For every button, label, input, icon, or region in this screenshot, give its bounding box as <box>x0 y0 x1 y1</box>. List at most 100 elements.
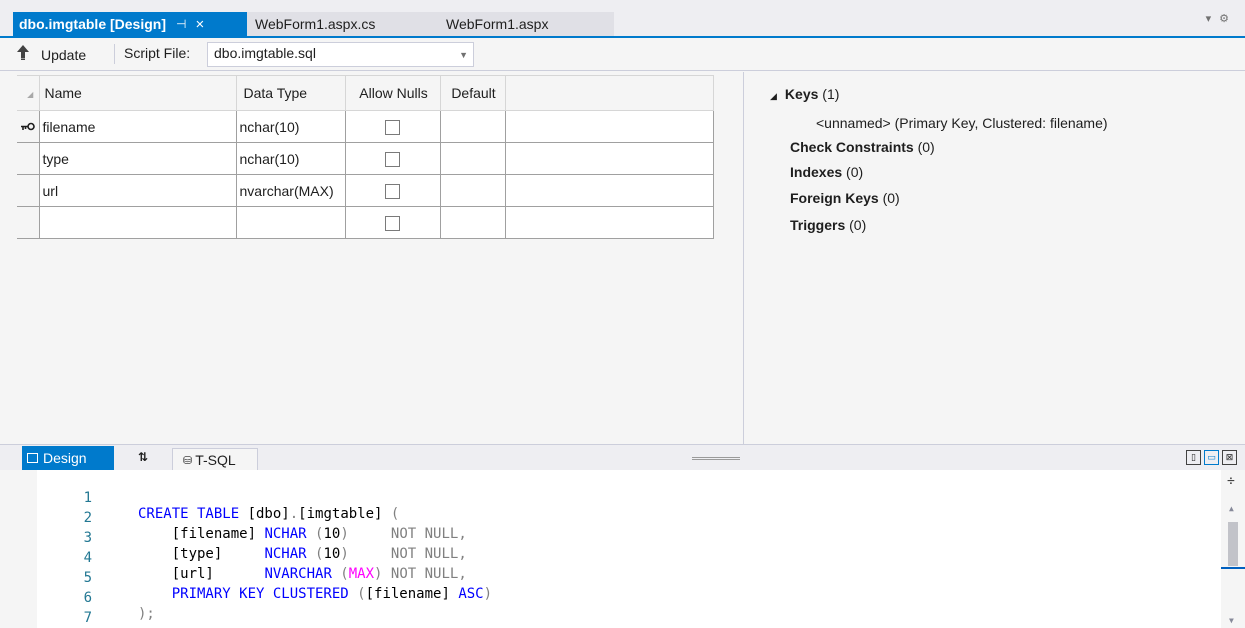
code-line[interactable]: 4 [url] NVARCHAR (MAX) NOT NULL, <box>0 534 467 582</box>
cell-name[interactable] <box>38 206 237 239</box>
line-number: 6 <box>83 590 92 606</box>
keys-label: Keys <box>784 86 819 102</box>
check-constraints-count: (0) <box>917 139 935 155</box>
cell-name[interactable]: type <box>38 142 237 175</box>
code-line[interactable]: 3 [type] NCHAR (10) NOT NULL, <box>0 514 467 562</box>
settings-icon[interactable]: ⚙ <box>1219 13 1237 25</box>
vertical-split-icon[interactable]: ▯ <box>1186 450 1201 465</box>
check-constraints-node[interactable]: Check Constraints (0) <box>790 139 935 155</box>
cell-data-type[interactable]: nchar(10) <box>235 110 346 143</box>
row-selector[interactable] <box>17 142 40 175</box>
designer-toolbar: Update Script File: dbo.imgtable.sql ▼ <box>0 38 1245 71</box>
header-name[interactable]: Name <box>38 75 237 111</box>
foreign-keys-node[interactable]: Foreign Keys (0) <box>790 190 900 206</box>
header-default[interactable]: Default <box>439 75 506 111</box>
pin-icon[interactable]: ⊣ <box>176 17 186 31</box>
close-icon[interactable]: × <box>195 16 204 33</box>
header-data-type[interactable]: Data Type <box>235 75 346 111</box>
code-line[interactable]: 1 CREATE TABLE [dbo].[imgtable] ( <box>0 474 400 522</box>
up-arrow-icon <box>17 45 31 64</box>
script-file-dropdown[interactable]: dbo.imgtable.sql ▼ <box>207 42 474 67</box>
expanded-triangle-icon[interactable]: ◢ <box>770 91 777 101</box>
table-row-new[interactable] <box>17 206 714 239</box>
row-selector[interactable] <box>17 110 40 143</box>
scroll-up-icon[interactable]: ▲ <box>1229 504 1234 513</box>
collapse-pane-icon[interactable]: ⊠ <box>1222 450 1237 465</box>
cell-default[interactable] <box>439 142 506 175</box>
update-button[interactable]: Update <box>17 45 86 64</box>
allow-nulls-checkbox[interactable] <box>385 183 400 199</box>
horizontal-splitter-grip[interactable] <box>692 457 740 460</box>
table-row[interactable]: url nvarchar(MAX) <box>17 174 714 207</box>
cell-name[interactable]: filename <box>38 110 237 143</box>
code-text: [url] NVARCHAR (MAX) NOT NULL, <box>138 566 467 582</box>
cell-data-type[interactable]: nchar(10) <box>235 142 346 175</box>
cell-default[interactable] <box>439 110 506 143</box>
cell-empty <box>504 174 714 207</box>
allow-nulls-checkbox[interactable] <box>385 215 400 231</box>
indexes-label: Indexes <box>790 164 843 180</box>
allow-nulls-checkbox[interactable] <box>385 119 400 135</box>
horizontal-split-icon[interactable]: ▭ <box>1204 450 1219 465</box>
tab-tsql[interactable]: ⛁ T-SQL <box>172 448 258 471</box>
cell-default[interactable] <box>439 206 506 239</box>
tab-strip-actions: ▾⚙ <box>1206 12 1237 25</box>
code-line[interactable]: 5 PRIMARY KEY CLUSTERED ([filename] ASC) <box>0 554 492 602</box>
primary-key-icon <box>20 120 35 134</box>
cell-allow-nulls <box>344 142 441 175</box>
keys-node[interactable]: ◢ Keys (1) <box>770 86 839 102</box>
script-file-label: Script File: <box>124 45 191 61</box>
cell-default[interactable] <box>439 174 506 207</box>
key-entry[interactable]: <unnamed> (Primary Key, Clustered: filen… <box>816 115 1108 131</box>
scroll-down-icon[interactable]: ▼ <box>1229 616 1234 625</box>
cell-data-type[interactable]: nvarchar(MAX) <box>235 174 346 207</box>
cell-name[interactable]: url <box>38 174 237 207</box>
indexes-count: (0) <box>846 164 864 180</box>
column-grid-pane: ◢ Name Data Type Allow Nulls Default fil… <box>0 72 743 444</box>
toolbar-separator <box>114 44 115 64</box>
tab-design[interactable]: Design <box>22 446 114 470</box>
header-empty <box>504 75 714 111</box>
indexes-node[interactable]: Indexes (0) <box>790 164 863 180</box>
code-line[interactable]: 6 ); <box>0 574 155 622</box>
line-number: 7 <box>83 610 92 626</box>
cell-empty <box>504 206 714 239</box>
caret-position-marker <box>1221 567 1245 569</box>
tab-label: WebForm1.aspx <box>446 16 549 32</box>
code-line[interactable]: 7 <box>0 594 92 626</box>
triggers-node[interactable]: Triggers (0) <box>790 217 866 233</box>
line-number: 3 <box>83 530 92 546</box>
corner-triangle-icon: ◢ <box>27 90 34 99</box>
tsql-editor[interactable]: 1 CREATE TABLE [dbo].[imgtable] ( 2 [fil… <box>0 470 1245 628</box>
allow-nulls-checkbox[interactable] <box>385 151 400 167</box>
grid-header-row: ◢ Name Data Type Allow Nulls Default <box>17 75 714 111</box>
tab-dropdown-icon[interactable]: ▾ <box>1206 13 1220 25</box>
tab-imgtable-design[interactable]: dbo.imgtable [Design] ⊣ × <box>13 12 247 36</box>
editor-vertical-scrollbar[interactable]: ÷ ▲ ▼ <box>1221 470 1245 628</box>
triggers-label: Triggers <box>790 217 846 233</box>
swap-panes-icon[interactable]: ⇅ <box>138 450 148 464</box>
header-allow-nulls[interactable]: Allow Nulls <box>344 75 441 111</box>
split-editor-icon[interactable]: ÷ <box>1227 474 1235 489</box>
tab-webform1-aspx[interactable]: WebForm1.aspx <box>422 12 614 36</box>
code-text: CREATE TABLE [dbo].[imgtable] ( <box>138 506 400 522</box>
row-selector[interactable] <box>17 174 40 207</box>
script-file-value: dbo.imgtable.sql <box>214 45 316 61</box>
check-constraints-label: Check Constraints <box>790 139 914 155</box>
tab-label: dbo.imgtable [Design] <box>19 16 166 32</box>
line-number: 5 <box>83 570 92 586</box>
pane-tab-bar: Design ⇅ ⛁ T-SQL ▯ ▭ ⊠ <box>0 444 1245 471</box>
keys-count: (1) <box>822 86 840 102</box>
row-selector[interactable] <box>17 206 40 239</box>
design-icon <box>27 453 38 463</box>
code-line[interactable]: 2 [filename] NCHAR (10) NOT NULL, <box>0 494 467 542</box>
tab-webform1-aspx-cs[interactable]: WebForm1.aspx.cs <box>247 12 422 36</box>
code-text: [filename] NCHAR (10) NOT NULL, <box>138 526 467 542</box>
cell-empty <box>504 142 714 175</box>
grid-corner[interactable]: ◢ <box>17 75 40 111</box>
table-row[interactable]: type nchar(10) <box>17 142 714 175</box>
table-row[interactable]: filename nchar(10) <box>17 110 714 143</box>
scrollbar-thumb[interactable] <box>1228 522 1238 566</box>
line-number: 1 <box>83 490 92 506</box>
cell-data-type[interactable] <box>235 206 346 239</box>
